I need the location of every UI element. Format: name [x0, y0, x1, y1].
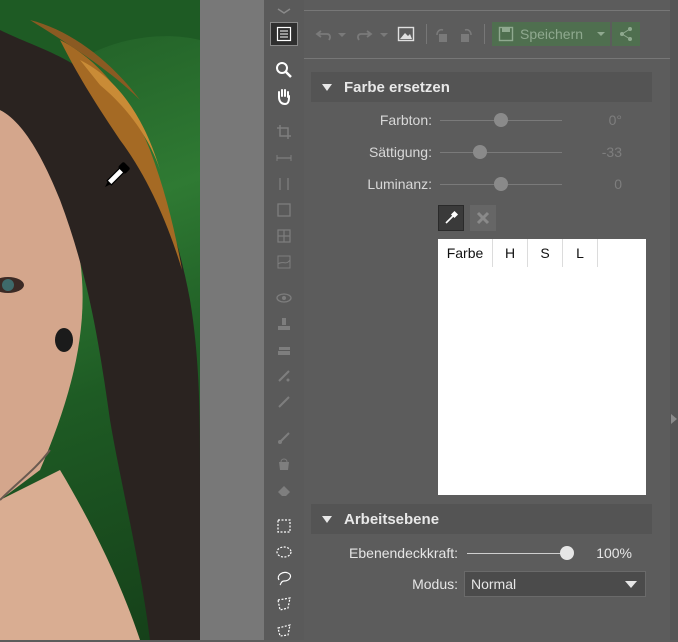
- saturation-label: Sättigung:: [368, 144, 432, 160]
- layer-opacity-label: Ebenendeckkraft:: [349, 545, 458, 561]
- eyedropper-button[interactable]: [438, 205, 464, 231]
- resize-icon[interactable]: [270, 198, 298, 222]
- section-title: Arbeitsebene: [344, 510, 440, 528]
- portrait-photo: [0, 0, 200, 640]
- rect-select-icon[interactable]: [270, 514, 298, 538]
- eraser-icon[interactable]: [270, 478, 298, 502]
- red-eye-icon[interactable]: [270, 286, 298, 310]
- save-dropdown-icon: [597, 32, 605, 36]
- eyedropper-icon: [445, 210, 459, 224]
- brush-heal-icon[interactable]: [270, 390, 298, 414]
- layer-opacity-track[interactable]: [467, 553, 567, 554]
- ellipse-select-icon[interactable]: [270, 540, 298, 564]
- hue-value[interactable]: 0°: [572, 112, 622, 128]
- saturation-track[interactable]: [440, 152, 562, 153]
- share-icon: [620, 27, 632, 41]
- lasso-icon[interactable]: [270, 566, 298, 590]
- toolbar-divider-2: [484, 24, 485, 44]
- column-header-color[interactable]: Farbe: [438, 239, 493, 267]
- magic-lasso-icon[interactable]: [270, 618, 298, 642]
- luminance-slider-thumb[interactable]: [494, 177, 508, 191]
- mode-label: Modus:: [412, 576, 458, 592]
- image-compare-icon[interactable]: [396, 24, 416, 44]
- layer-opacity-slider-thumb[interactable]: [560, 546, 574, 560]
- top-divider: [304, 10, 670, 11]
- share-button[interactable]: [612, 22, 640, 46]
- canvas-margin: [200, 0, 264, 640]
- smooth-icon[interactable]: [270, 338, 298, 362]
- redo-icon[interactable]: [354, 26, 374, 44]
- floppy-icon: [498, 26, 514, 42]
- adjust-panel-icon[interactable]: [270, 22, 298, 46]
- gradient-icon[interactable]: [270, 250, 298, 274]
- luminance-value[interactable]: 0: [572, 176, 622, 192]
- column-header-h[interactable]: H: [493, 239, 528, 267]
- layers-icon[interactable]: [270, 0, 298, 20]
- paint-brush-icon[interactable]: [270, 426, 298, 450]
- polygon-lasso-icon[interactable]: [270, 592, 298, 616]
- saturation-value[interactable]: -33: [572, 144, 622, 160]
- rotate-left-icon[interactable]: [434, 26, 450, 44]
- toolbar-bottom-divider: [304, 58, 670, 59]
- hue-slider-thumb[interactable]: [494, 113, 508, 127]
- close-icon: [476, 211, 490, 225]
- redo-dropdown-icon[interactable]: [378, 28, 390, 42]
- color-table[interactable]: Farbe H S L: [438, 239, 646, 495]
- mode-select[interactable]: Normal: [464, 571, 646, 597]
- hue-label: Farbton:: [379, 112, 432, 128]
- stamp-icon[interactable]: [270, 312, 298, 336]
- section-work-layer[interactable]: Arbeitsebene: [311, 504, 652, 534]
- panel-edge: [670, 0, 678, 640]
- collapse-triangle-icon: [322, 515, 332, 523]
- collapse-panel-icon[interactable]: [671, 414, 677, 424]
- crop-icon[interactable]: [270, 120, 298, 144]
- undo-dropdown-icon[interactable]: [336, 28, 348, 42]
- rotate-right-icon[interactable]: [458, 26, 474, 44]
- mode-select-value: Normal: [471, 576, 517, 592]
- remove-color-button[interactable]: [470, 205, 496, 231]
- perspective-vertical-icon[interactable]: [270, 172, 298, 196]
- save-button-label: Speichern: [520, 26, 584, 42]
- column-header-l[interactable]: L: [563, 239, 598, 267]
- straighten-icon[interactable]: [270, 146, 298, 170]
- brush-fix-icon[interactable]: [270, 364, 298, 388]
- column-header-s[interactable]: S: [528, 239, 563, 267]
- photo-canvas[interactable]: [0, 0, 200, 640]
- luminance-label: Luminanz:: [367, 176, 432, 192]
- collapse-triangle-icon: [322, 83, 332, 91]
- hand-icon[interactable]: [270, 84, 298, 108]
- bucket-icon[interactable]: [270, 452, 298, 476]
- section-title: Farbe ersetzen: [344, 78, 450, 96]
- undo-icon[interactable]: [314, 26, 334, 44]
- section-replace-color[interactable]: Farbe ersetzen: [311, 72, 652, 102]
- save-button[interactable]: Speichern: [492, 22, 610, 46]
- layer-opacity-value[interactable]: 100%: [582, 545, 632, 561]
- chevron-down-icon: [625, 581, 637, 588]
- toolbar-divider: [426, 24, 427, 44]
- zoom-icon[interactable]: [270, 58, 298, 82]
- warp-icon[interactable]: [270, 224, 298, 248]
